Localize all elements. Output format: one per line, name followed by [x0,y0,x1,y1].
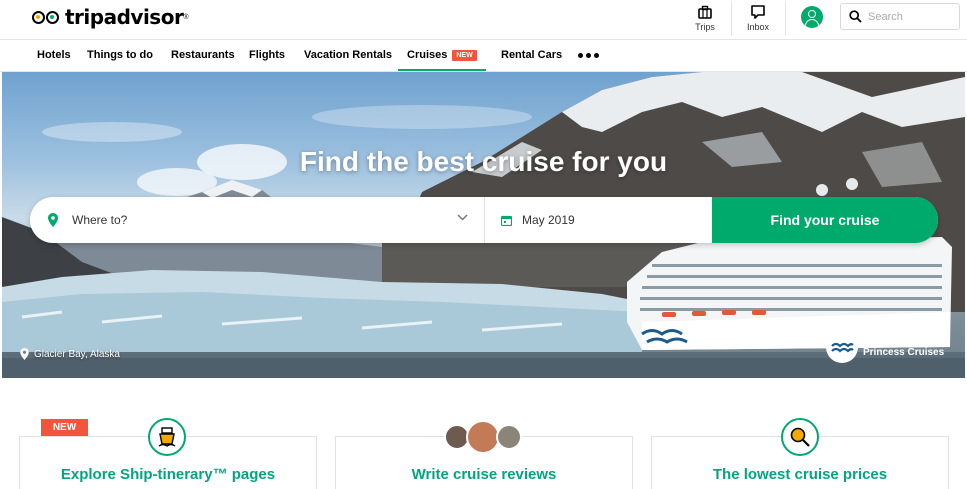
find-cruise-button[interactable]: Find your cruise [712,197,938,243]
destination-label: Where to? [72,213,128,227]
calendar-icon [501,215,512,226]
nav-things-to-do[interactable]: Things to do [87,40,153,71]
main-nav: Hotels Things to do Restaurants Flights … [0,40,967,72]
card-title: The lowest cruise prices [712,466,888,483]
princess-seal-icon [826,331,858,363]
sponsor-prefix: Sponsored by [863,337,913,346]
new-badge: NEW [41,419,88,436]
search-input[interactable] [868,10,958,23]
card-title: Write cruise reviews [411,466,557,483]
inbox-button[interactable]: Inbox [733,4,783,32]
nav-label: Hotels [37,49,71,61]
inbox-label: Inbox [746,22,770,32]
nav-label: Rental Cars [501,49,563,61]
map-pin-icon [20,348,29,360]
trademark-mark: ® [183,13,189,21]
magnifier-icon [781,418,819,456]
nav-rental-cars[interactable]: Rental Cars [501,40,562,71]
sponsor-badge[interactable]: Sponsored by Princess Cruises [826,331,944,363]
header-search[interactable] [840,3,960,30]
nav-restaurants[interactable]: Restaurants [171,40,235,71]
location-caption-text: Glacier Bay, Alaska [34,348,120,360]
chevron-down-icon [457,214,468,221]
logo-wordmark: tripadvisor [65,5,184,29]
reviewer-avatar [466,420,500,454]
hero-title: Find the best cruise for you [299,146,668,177]
header-divider [731,2,732,36]
nav-label: Restaurants [171,49,235,61]
trips-label: Trips [695,22,715,32]
nav-flights[interactable]: Flights [249,40,285,71]
hero-banner: Find the best cruise for you Where to? M… [2,72,965,378]
cruise-search-bar: Where to? May 2019 Find your cruise [30,197,938,243]
search-icon [849,10,862,23]
card-title: Explore Ship-tinerary™ pages [60,466,276,483]
nav-vacation-rentals[interactable]: Vacation Rentals [304,40,392,71]
new-badge: NEW [452,50,477,61]
sponsor-name: Princess Cruises [863,347,945,358]
nav-label: Things to do [87,49,153,61]
chat-bubble-icon [751,5,765,19]
nav-label: Cruises [407,49,448,61]
ellipsis-icon[interactable] [578,53,599,58]
user-avatar[interactable] [801,6,823,28]
destination-dropdown[interactable]: Where to? [30,197,485,243]
map-pin-icon [48,213,58,227]
reviewer-avatars [444,420,524,454]
top-header: tripadvisor ® Trips Inbox [0,0,967,40]
tripadvisor-logo[interactable]: tripadvisor ® [32,5,188,29]
nav-cruises[interactable]: Cruises NEW [398,40,486,71]
photo-location-caption: Glacier Bay, Alaska [20,348,120,360]
ship-icon [148,418,186,456]
reviewer-avatar [496,424,522,450]
nav-hotels[interactable]: Hotels [37,40,71,71]
date-label: May 2019 [522,213,575,227]
date-picker[interactable]: May 2019 [485,197,712,243]
owl-eyes-icon [32,8,62,26]
briefcase-icon [698,5,712,19]
nav-label: Vacation Rentals [304,49,393,61]
header-divider [785,2,786,36]
nav-label: Flights [249,49,286,61]
trips-button[interactable]: Trips [680,4,730,32]
